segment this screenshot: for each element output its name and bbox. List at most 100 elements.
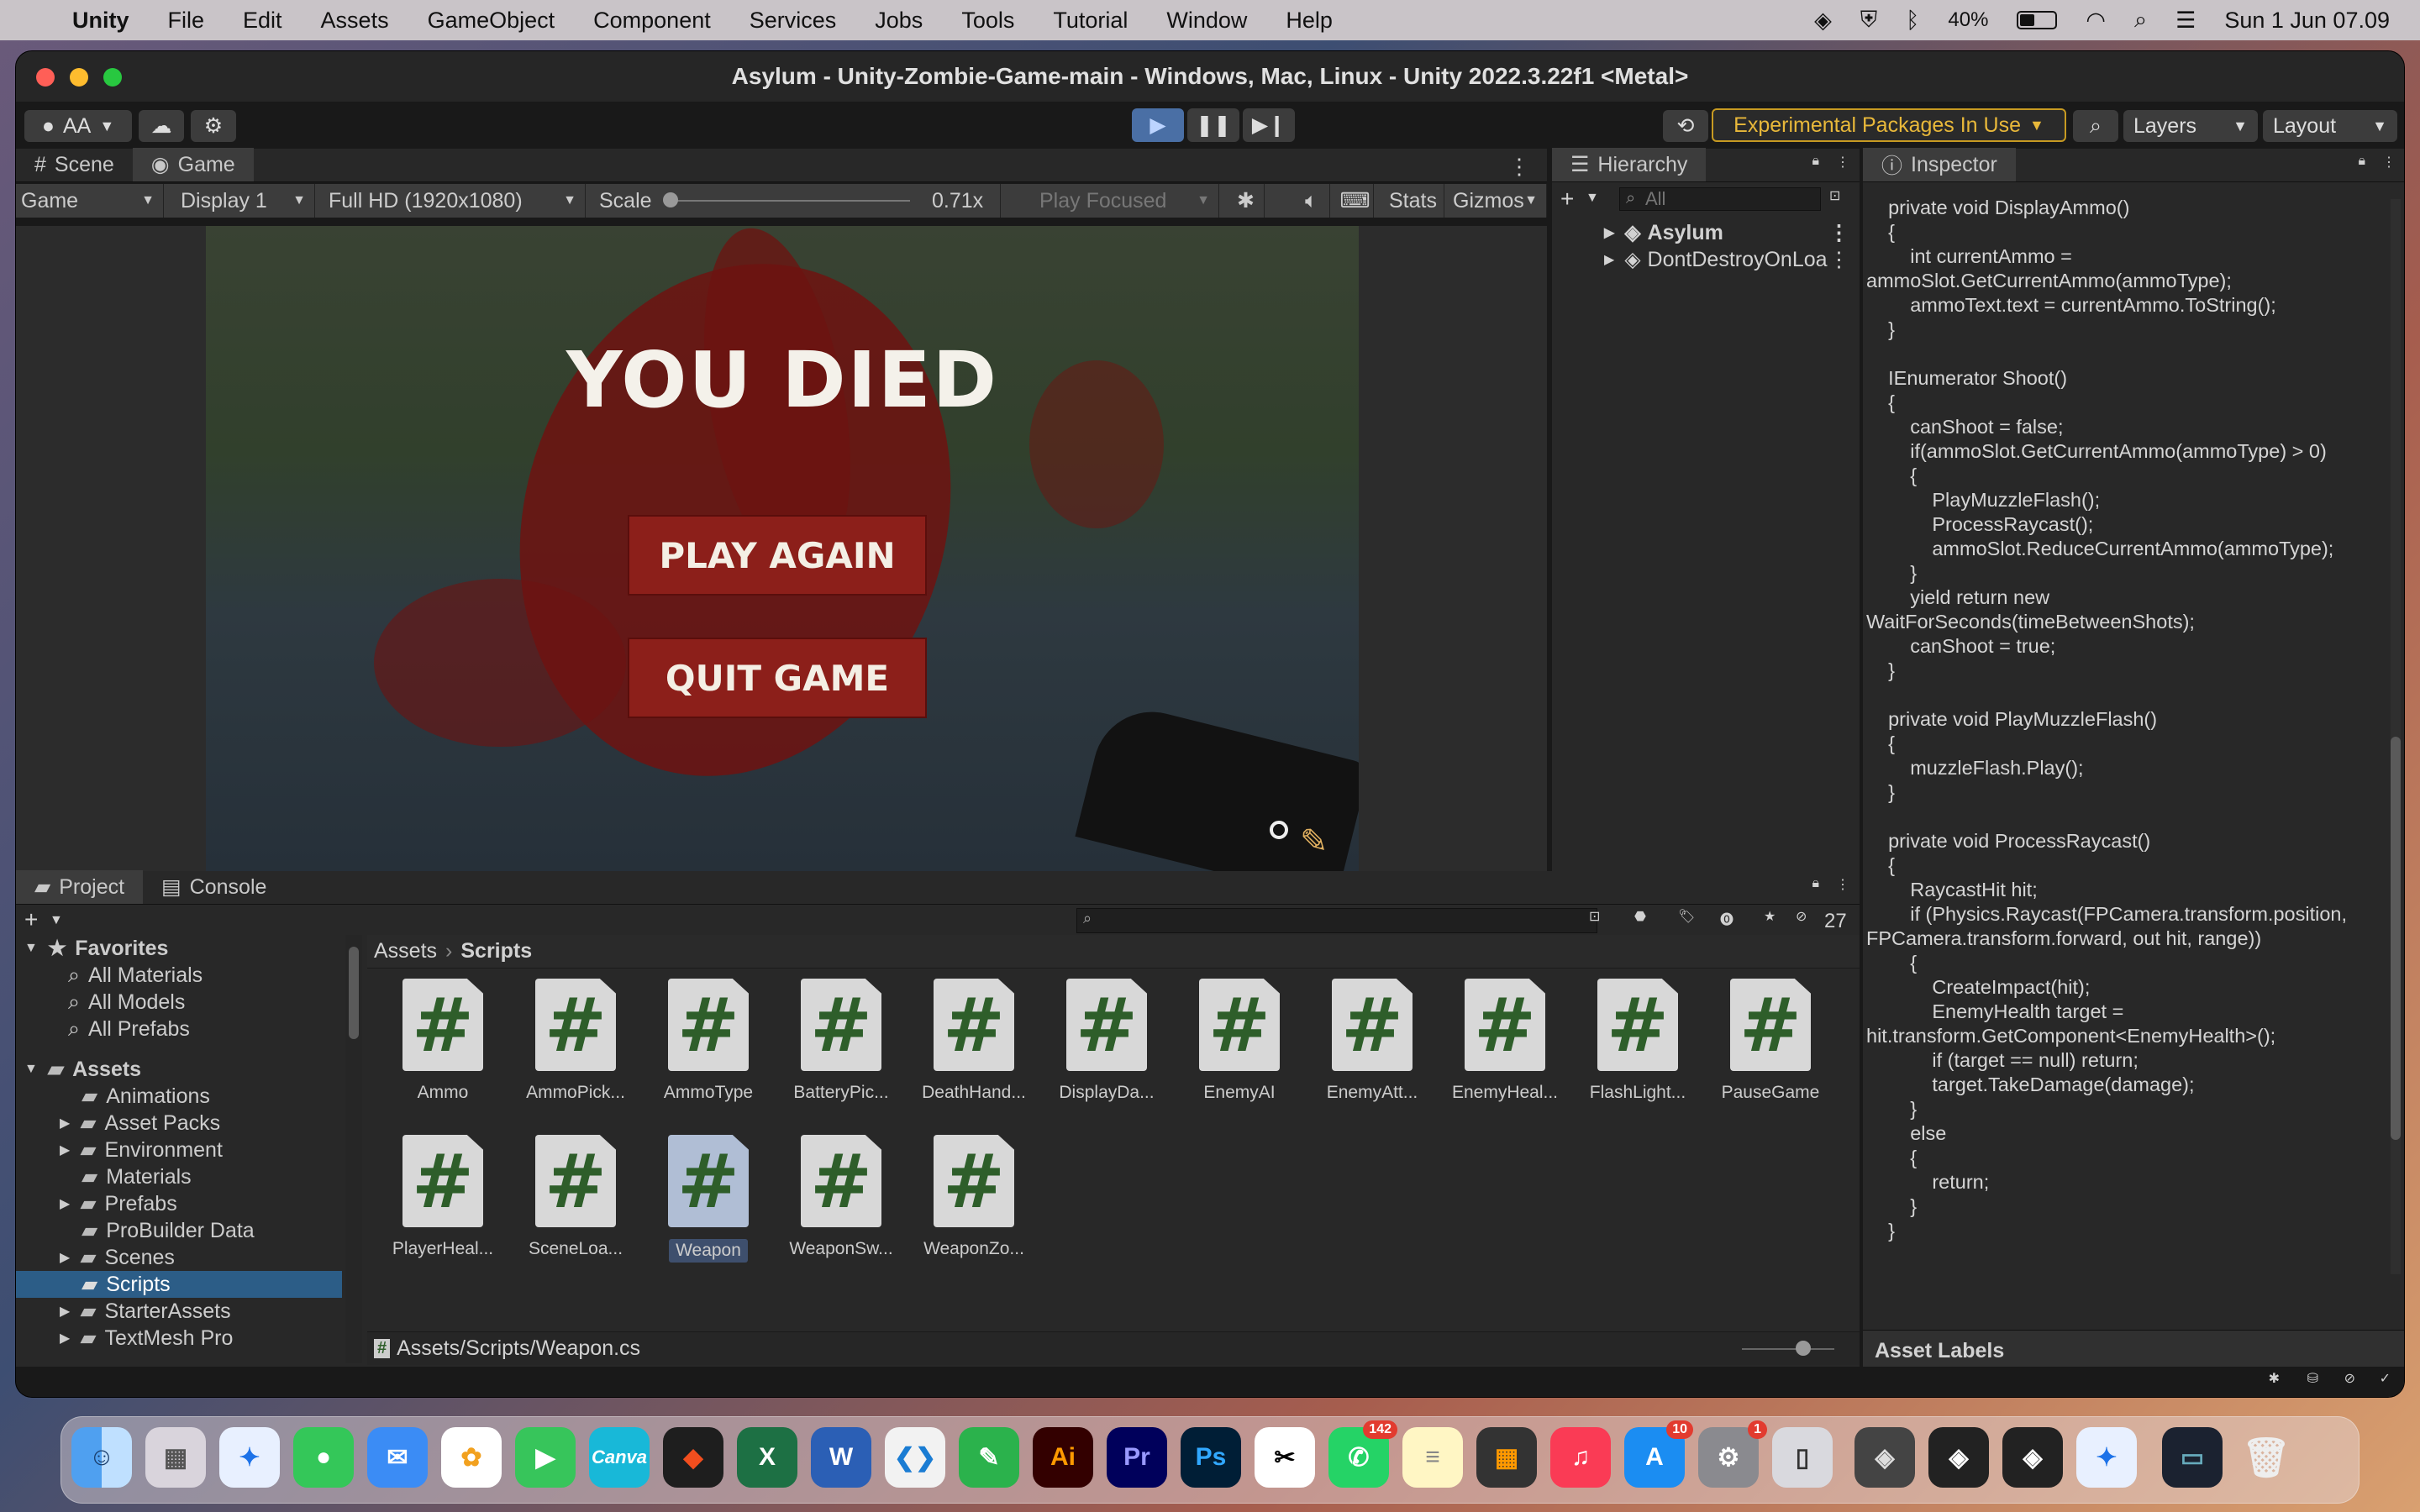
script-asset[interactable]: # FlashLight... xyxy=(1570,979,1705,1103)
tab-game[interactable]: ◉ Game xyxy=(132,148,254,181)
menu-help[interactable]: Help xyxy=(1286,8,1333,34)
search-button[interactable]: ⌕ xyxy=(2073,110,2118,142)
menu-jobs[interactable]: Jobs xyxy=(875,8,923,34)
safari-icon[interactable]: ✦ xyxy=(2076,1427,2137,1488)
shield-icon[interactable]: ⛨ xyxy=(1860,7,1877,34)
script-asset-selected[interactable]: # Weapon xyxy=(641,1135,776,1263)
excel-icon[interactable]: X xyxy=(737,1427,797,1488)
gizmos-dropdown[interactable]: Gizmos ▼ xyxy=(1448,184,1547,218)
expand-arrow-icon[interactable]: ▶ xyxy=(1604,224,1614,241)
favorites-header[interactable]: ▼ ★ Favorites xyxy=(16,935,342,962)
notes-icon[interactable]: ≡ xyxy=(1402,1427,1463,1488)
expand-arrow-icon[interactable]: ▶ xyxy=(60,1195,70,1212)
unity-editor-icon[interactable]: ◈ xyxy=(2002,1427,2063,1488)
battery-percent[interactable]: 40% xyxy=(1948,8,1988,32)
lock-icon[interactable]: 🔒︎ xyxy=(1812,154,1819,169)
search-icon[interactable]: ⌕ xyxy=(2134,7,2147,34)
clock[interactable]: Sun 1 Jun 07.09 xyxy=(2224,8,2390,34)
menu-file[interactable]: File xyxy=(168,8,205,34)
unity-hub-icon[interactable]: ◈ xyxy=(1854,1427,1915,1488)
expand-arrow-icon[interactable]: ▶ xyxy=(60,1249,70,1266)
favorite-star-icon[interactable]: ★ xyxy=(1764,908,1776,925)
unity-status-icon[interactable]: ◈ xyxy=(1814,8,1832,34)
layout-dropdown[interactable]: Layout ▼ xyxy=(2263,110,2397,142)
expand-arrow-icon[interactable]: ▶ xyxy=(1604,251,1614,268)
build-tools-icon[interactable]: ✎ xyxy=(1300,822,1328,861)
menu-edit[interactable]: Edit xyxy=(243,8,282,34)
scale-slider-track[interactable] xyxy=(666,200,910,202)
launchpad-icon[interactable]: ▦ xyxy=(145,1427,206,1488)
breadcrumb-current[interactable]: Scripts xyxy=(460,939,532,963)
filter-type-icon[interactable]: ⬣ xyxy=(1634,908,1646,925)
tab-inspector[interactable]: ⓘ Inspector xyxy=(1863,148,2016,181)
scale-control[interactable]: Scale 0.71x xyxy=(589,184,1001,218)
battery-icon[interactable] xyxy=(2017,11,2058,29)
unity-editor-icon[interactable]: ◈ xyxy=(1928,1427,1989,1488)
favorite-item[interactable]: ⌕ All Prefabs xyxy=(16,1016,342,1042)
facetime-icon[interactable]: ▶ xyxy=(515,1427,576,1488)
whatsapp-icon[interactable]: ✆ 142 xyxy=(1328,1420,1397,1488)
folder-item-selected[interactable]: ▰ Scripts xyxy=(16,1271,342,1298)
play-button[interactable]: ▶ xyxy=(1132,108,1184,142)
photoshop-icon[interactable]: Ps xyxy=(1181,1427,1241,1488)
account-dropdown[interactable]: ● AA ▼ xyxy=(24,110,132,142)
safari-icon[interactable]: ✦ xyxy=(219,1427,280,1488)
icon-size-slider-thumb[interactable] xyxy=(1796,1341,1811,1356)
system-settings-icon[interactable]: ⚙ 1 xyxy=(1698,1420,1767,1488)
icon-size-slider-track[interactable] xyxy=(1742,1348,1834,1350)
script-asset[interactable]: # EnemyAI xyxy=(1172,979,1307,1103)
scale-slider-thumb[interactable] xyxy=(663,192,678,207)
chevron-down-icon[interactable]: ▼ xyxy=(1586,191,1599,206)
more-options-icon[interactable]: ⋮ xyxy=(2382,154,2396,171)
folder-item[interactable]: ▶ ▰ Prefabs xyxy=(16,1190,342,1217)
menu-app-name[interactable]: Unity xyxy=(72,8,129,34)
inspector-scrollbar[interactable] xyxy=(2391,199,2401,1274)
history-button[interactable]: ⟲ xyxy=(1663,110,1708,142)
hierarchy-item-asylum[interactable]: ▶ ◈ Asylum ⋮ xyxy=(1552,219,1860,246)
debug-button[interactable]: ✱ xyxy=(1223,184,1265,218)
hidden-packages-icon[interactable]: ⊘ xyxy=(1796,908,1807,925)
filter-icon[interactable]: ⊡ xyxy=(1829,187,1840,204)
experimental-packages-button[interactable]: Experimental Packages In Use ▼ xyxy=(1712,108,2066,142)
more-options-icon[interactable]: ⋮ xyxy=(1828,247,1849,272)
messages-icon[interactable]: ● xyxy=(293,1427,354,1488)
expand-arrow-icon[interactable]: ▼ xyxy=(24,1062,38,1077)
vscode-icon[interactable]: ❮❯ xyxy=(885,1427,945,1488)
word-icon[interactable]: W xyxy=(811,1427,871,1488)
add-icon[interactable]: + xyxy=(1560,186,1574,213)
finder-icon[interactable]: ☺ xyxy=(71,1427,132,1488)
hierarchy-search-input[interactable] xyxy=(1619,187,1821,211)
script-asset[interactable]: # WeaponZo... xyxy=(907,1135,1041,1259)
script-asset[interactable]: # SceneLoa... xyxy=(508,1135,643,1259)
cloud-button[interactable]: ☁ xyxy=(139,110,184,142)
script-asset[interactable]: # BatteryPic... xyxy=(774,979,908,1103)
display-dropdown[interactable]: Display 1 ▼ xyxy=(167,184,315,218)
favorite-item[interactable]: ⌕ All Materials xyxy=(16,962,342,989)
menu-tutorial[interactable]: Tutorial xyxy=(1053,8,1128,34)
close-window-button[interactable] xyxy=(36,68,55,87)
expand-arrow-icon[interactable]: ▶ xyxy=(60,1115,70,1131)
illustrator-icon[interactable]: Ai xyxy=(1033,1427,1093,1488)
hierarchy-item-dontdestroy[interactable]: ▶ ◈ DontDestroyOnLoad ⋮ xyxy=(1552,246,1860,273)
resolution-dropdown[interactable]: Full HD (1920x1080) ▼ xyxy=(318,184,586,218)
tab-project[interactable]: ▰ Project xyxy=(16,870,144,904)
collab-button[interactable]: ⚙ xyxy=(191,110,236,142)
script-asset[interactable]: # EnemyAtt... xyxy=(1305,979,1439,1103)
music-icon[interactable]: ♫ xyxy=(1550,1427,1611,1488)
layers-dropdown[interactable]: Layers ▼ xyxy=(2123,110,2258,142)
figma-icon[interactable]: ◆ xyxy=(663,1427,723,1488)
expand-arrow-icon[interactable]: ▶ xyxy=(60,1142,70,1158)
folder-item[interactable]: ▶ ▰ Environment xyxy=(16,1137,342,1163)
mute-button[interactable]: 🔈︎ xyxy=(1288,184,1330,218)
script-asset[interactable]: # PlayerHeal... xyxy=(376,1135,510,1259)
more-options-icon[interactable]: ⋮ xyxy=(1828,220,1849,245)
check-icon[interactable]: ✓ xyxy=(2380,1370,2391,1387)
tab-scene[interactable]: # Scene xyxy=(16,148,133,181)
filter-label-icon[interactable]: 🏷︎ xyxy=(1678,908,1695,925)
folder-item[interactable]: ▰ ProBuilder Data xyxy=(16,1217,342,1244)
pen-tool-icon[interactable]: ✎ xyxy=(959,1427,1019,1488)
pause-button[interactable]: ❚❚ xyxy=(1187,108,1239,142)
game-render[interactable]: YOU DIED PLAY AGAIN QUIT GAME ✎ xyxy=(206,226,1359,871)
menu-assets[interactable]: Assets xyxy=(321,8,389,34)
step-button[interactable]: ▶❙ xyxy=(1243,108,1295,142)
